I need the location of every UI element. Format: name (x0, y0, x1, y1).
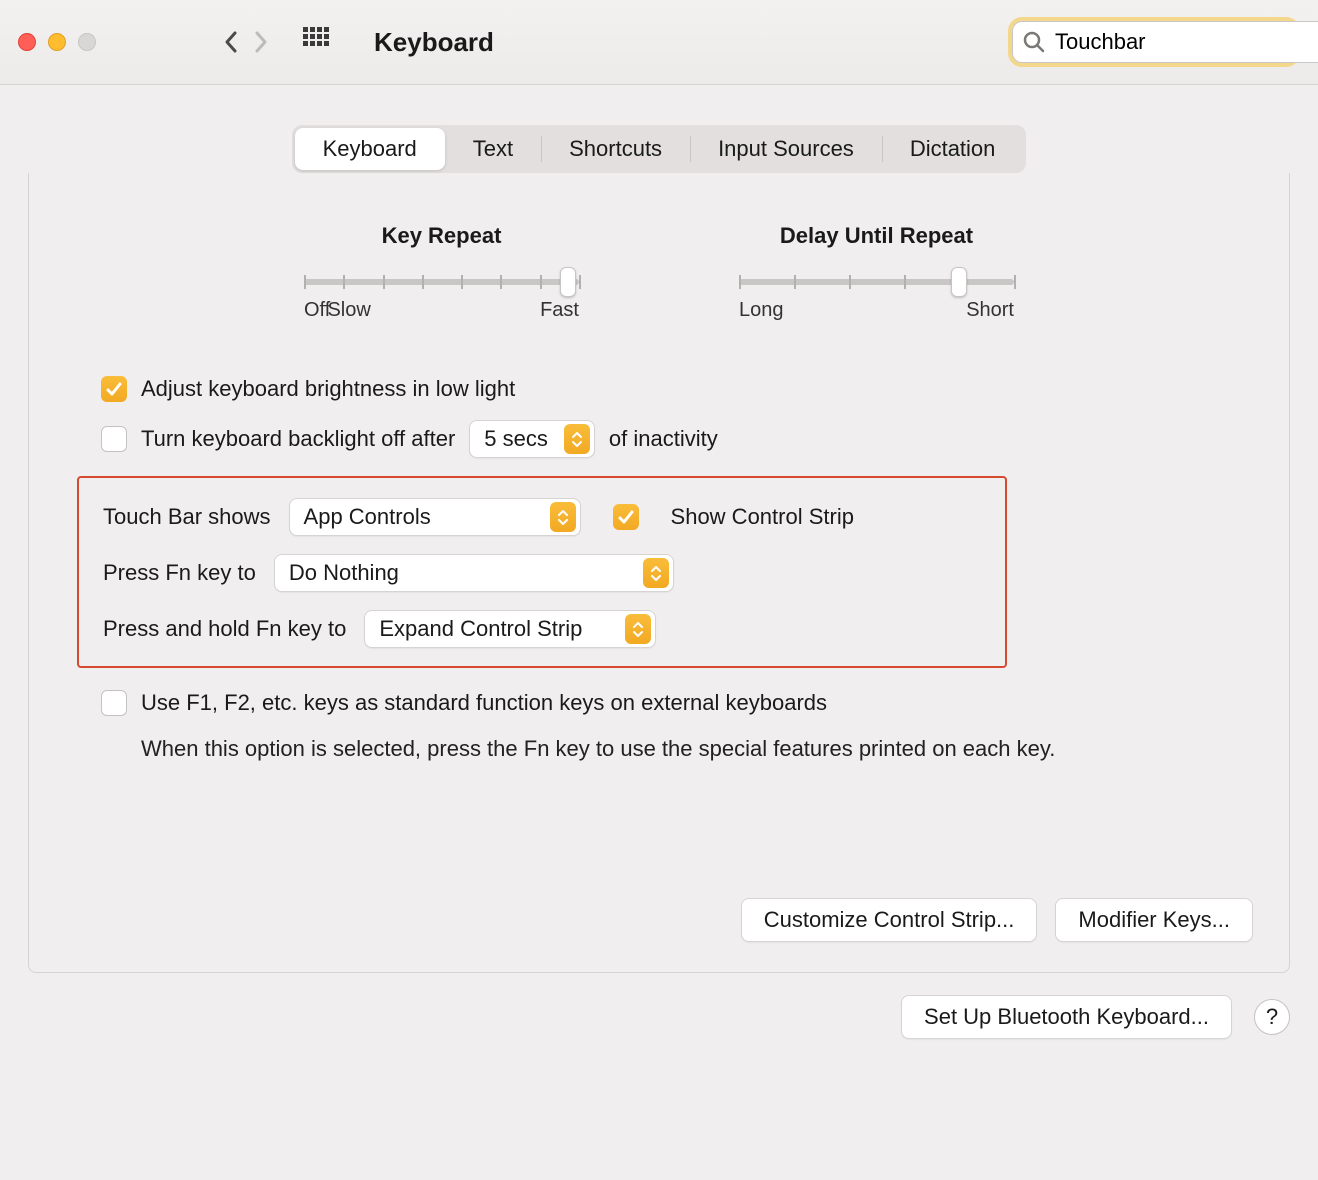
adjust-brightness-label: Adjust keyboard brightness in low light (141, 376, 515, 402)
fn-keys-label: Use F1, F2, etc. keys as standard functi… (141, 690, 827, 716)
updown-icon (564, 424, 590, 454)
check-icon (617, 508, 635, 526)
key-repeat-title: Key Repeat (304, 223, 579, 249)
delay-until-repeat-group: Delay Until Repeat LongShort (739, 223, 1014, 322)
window-controls (18, 33, 96, 51)
zoom-window-button (78, 33, 96, 51)
touch-bar-shows-label: Touch Bar shows (103, 504, 271, 530)
check-icon (105, 380, 123, 398)
delay-slider[interactable] (739, 279, 1014, 285)
backlight-off-select[interactable]: 5 secs (469, 420, 595, 458)
close-window-button[interactable] (18, 33, 36, 51)
key-repeat-slider[interactable] (304, 279, 579, 285)
forward-button (246, 24, 276, 60)
hold-fn-select[interactable]: Expand Control Strip (364, 610, 656, 648)
setup-bluetooth-keyboard-button[interactable]: Set Up Bluetooth Keyboard... (901, 995, 1232, 1039)
slider-thumb[interactable] (560, 267, 576, 297)
delay-title: Delay Until Repeat (739, 223, 1014, 249)
search-highlight (1008, 17, 1300, 67)
tab-keyboard[interactable]: Keyboard (295, 128, 445, 170)
hold-fn-label: Press and hold Fn key to (103, 616, 346, 642)
chevron-left-icon (223, 30, 239, 54)
backlight-off-suffix: of inactivity (609, 426, 718, 452)
show-control-strip-label: Show Control Strip (671, 504, 854, 530)
back-button[interactable] (216, 24, 246, 60)
key-repeat-group: Key Repeat Off SlowFast (304, 223, 579, 322)
show-control-strip-checkbox[interactable] (613, 504, 639, 530)
tab-text[interactable]: Text (445, 128, 541, 170)
tab-shortcuts[interactable]: Shortcuts (541, 128, 690, 170)
fn-keys-hint: When this option is selected, press the … (141, 734, 1061, 764)
minimize-window-button[interactable] (48, 33, 66, 51)
backlight-off-label: Turn keyboard backlight off after (141, 426, 455, 452)
page-title: Keyboard (356, 27, 1008, 58)
customize-control-strip-button[interactable]: Customize Control Strip... (741, 898, 1038, 942)
fn-keys-checkbox[interactable] (101, 690, 127, 716)
chevron-right-icon (253, 30, 269, 54)
tab-dictation[interactable]: Dictation (882, 128, 1024, 170)
grid-icon (302, 26, 330, 54)
help-button[interactable]: ? (1254, 999, 1290, 1035)
press-fn-select[interactable]: Do Nothing (274, 554, 674, 592)
updown-icon (550, 502, 576, 532)
updown-icon (643, 558, 669, 588)
show-all-button[interactable] (302, 26, 330, 59)
touch-bar-shows-select[interactable]: App Controls (289, 498, 581, 536)
modifier-keys-button[interactable]: Modifier Keys... (1055, 898, 1253, 942)
backlight-off-checkbox[interactable] (101, 426, 127, 452)
search-input[interactable] (1055, 29, 1318, 55)
slider-thumb[interactable] (951, 267, 967, 297)
toolbar: Keyboard (0, 0, 1318, 85)
press-fn-label: Press Fn key to (103, 560, 256, 586)
touchbar-highlight: Touch Bar shows App Controls Show Contro… (77, 476, 1007, 668)
updown-icon (625, 614, 651, 644)
search-field[interactable] (1012, 21, 1318, 63)
tab-bar: Keyboard Text Shortcuts Input Sources Di… (292, 125, 1027, 173)
search-icon (1023, 31, 1045, 53)
settings-panel: Key Repeat Off SlowFast Delay Until Repe… (28, 173, 1290, 973)
adjust-brightness-checkbox[interactable] (101, 376, 127, 402)
tab-input-sources[interactable]: Input Sources (690, 128, 882, 170)
